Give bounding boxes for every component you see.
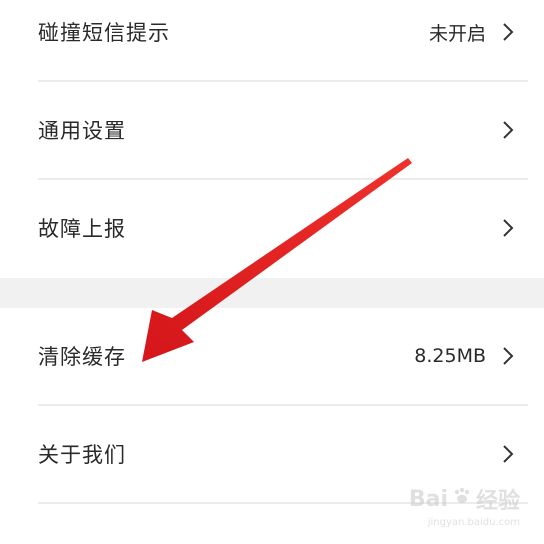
settings-item-about-us[interactable]: 关于我们 [0,414,544,494]
settings-item-general[interactable]: 通用设置 [0,90,544,170]
settings-item-value: 8.25MB [414,345,486,367]
settings-screen: 碰撞短信提示 未开启 通用设置 故障上报 清除缓存 8.25MB 关于我们 Ba… [0,0,544,544]
watermark-brand-b: 经验 [475,489,520,514]
settings-item-label: 通用设置 [38,119,126,143]
chevron-right-icon [500,120,516,140]
chevron-right-icon [500,346,516,366]
settings-item-collision-sms[interactable]: 碰撞短信提示 未开启 [0,0,544,72]
settings-item-clear-cache[interactable]: 清除缓存 8.25MB [0,316,544,396]
paw-icon [452,486,472,512]
divider [38,178,528,180]
chevron-right-icon [500,22,516,42]
divider [38,404,528,406]
watermark-url: jingyan.baidu.com [427,517,520,528]
settings-item-fault-report[interactable]: 故障上报 [0,188,544,268]
settings-item-value: 未开启 [428,22,486,45]
settings-item-label: 关于我们 [38,443,126,467]
chevron-right-icon [500,218,516,238]
chevron-right-icon [500,444,516,464]
divider [38,80,528,82]
watermark: Bai 经验 jingyan.baidu.com [408,483,520,529]
settings-item-label: 碰撞短信提示 [38,21,170,45]
settings-item-label: 清除缓存 [38,345,126,369]
settings-item-label: 故障上报 [38,217,126,241]
watermark-brand-a: Bai [408,486,448,512]
section-gap [0,278,544,308]
